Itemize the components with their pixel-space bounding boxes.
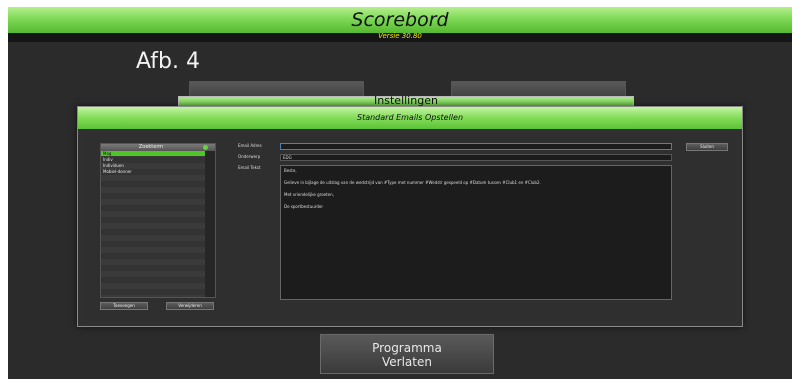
list-item[interactable]: Mobiel-donner [101,169,205,174]
subject-field[interactable]: EDG [280,154,672,161]
dialog-titlebar: Standard Emails Opstellen [78,107,742,129]
email-field[interactable] [280,143,672,150]
delete-button[interactable]: Verwijderen [166,302,214,310]
body-line: De sportbestuurder [284,204,324,209]
email-body-textarea[interactable]: Beste, Gelieve in bijlage de uitslag van… [280,165,672,300]
body-label: Email Tekst [238,165,261,170]
app-title: Scorebord [351,9,449,31]
exit-button-line1: Programma [372,341,442,355]
list-item[interactable]: Indiv [101,157,205,162]
list-search-label: Zoekterm [138,144,164,150]
dialog-body: Zoekterm Mag Indiv Individuen Mobiel-don… [84,133,736,319]
title-bar: Scorebord [8,7,792,33]
page-heading: Afb. 4 [136,49,200,74]
email-templates-dialog: Standard Emails Opstellen Zoekterm Mag I… [77,106,743,327]
app-window: Scorebord Versie 30.80 Afb. 4 Instelling… [8,7,792,379]
email-label: Email Adres [238,143,262,148]
list-item[interactable]: Mag [101,151,205,156]
subject-label: Onderwerp [238,154,261,159]
close-button[interactable]: Sluiten [686,143,728,151]
version-bar: Versie 30.80 [8,32,792,42]
add-button[interactable]: Toevoegen [100,302,148,310]
template-list: Mag Indiv Individuen Mobiel-donner [101,151,205,297]
list-item[interactable]: Individuen [101,163,205,168]
list-scrollbar[interactable] [205,151,215,297]
list-header: Zoekterm [101,144,215,151]
exit-program-button[interactable]: Programma Verlaten [320,334,494,374]
template-list-panel: Zoekterm Mag Indiv Individuen Mobiel-don… [100,143,216,298]
version-label: Versie 30.80 [378,32,422,40]
search-icon[interactable] [203,145,208,150]
exit-button-line2: Verlaten [382,355,432,369]
dialog-title: Standard Emails Opstellen [356,113,464,122]
